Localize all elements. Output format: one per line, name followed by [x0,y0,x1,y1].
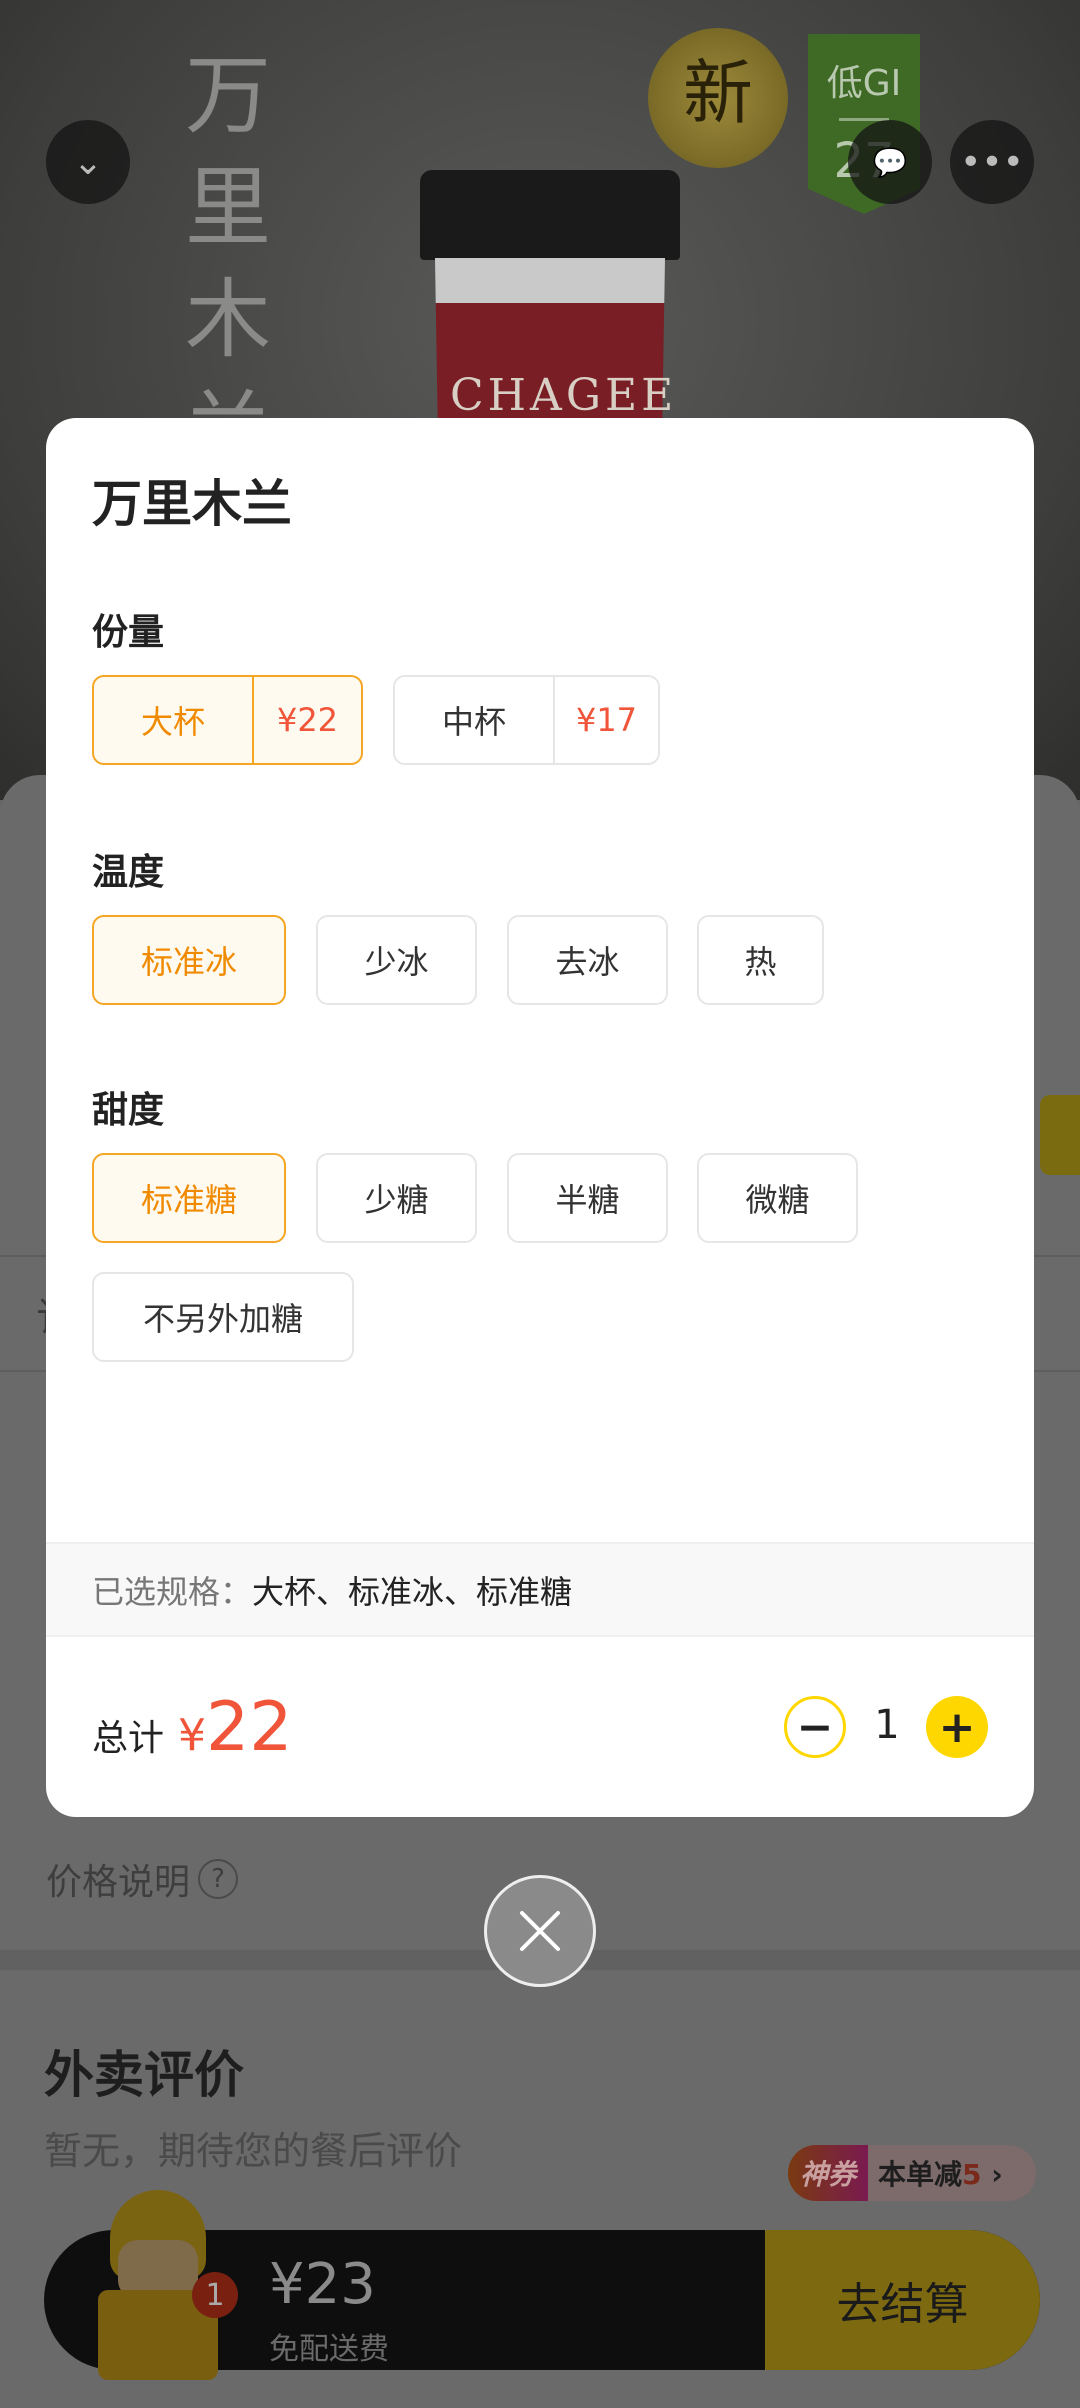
option-price: ¥17 [575,701,638,739]
total: 总计 ¥ 22 [92,1688,293,1767]
close-icon [520,1911,560,1951]
side-tag [1040,1095,1080,1175]
option-medium[interactable]: 中杯 ¥17 [393,675,660,765]
cart-count-badge: 1 [192,2272,238,2318]
minus-icon: − [796,1701,834,1753]
close-modal-button[interactable] [484,1875,596,1987]
cup-lid [420,170,680,260]
plus-icon: + [938,1701,976,1753]
option-hot[interactable]: 热 [697,915,824,1005]
chevron-down-icon: ⌄ [72,141,104,183]
modal-title: 万里木兰 [92,475,292,533]
cart-delivery: 免配送费 [269,2332,389,2367]
more-icon: ••• [960,141,1024,183]
help-icon: ? [198,1859,239,1899]
cup-brand: CHAGEE [450,370,678,421]
coupon-text: 本单减5 › [878,2158,1003,2191]
option-no-added-sugar[interactable]: 不另外加糖 [92,1272,354,1362]
cart-price: ¥23 [269,2252,376,2317]
new-badge: 新 [648,28,788,168]
price-note-label: 价格说明 [46,1862,191,1903]
reviews-empty: 暂无，期待您的餐后评价 [44,2129,463,2173]
reviews-title: 外卖评价 [44,2046,244,2104]
option-price: ¥22 [276,701,339,739]
selected-specs-value: 大杯、标准冰、标准糖 [252,1572,573,1611]
option-no-ice[interactable]: 去冰 [507,915,668,1005]
customer-service-button[interactable]: 💬 [848,120,932,204]
quantity-value: 1 [874,1702,900,1748]
back-button[interactable]: ⌄ [46,120,130,204]
option-label: 大杯 [94,677,254,763]
option-standard-ice[interactable]: 标准冰 [92,915,286,1005]
chat-icon: 💬 [872,145,908,179]
price-note[interactable]: 价格说明? [46,1853,239,1905]
option-label: 中杯 [395,677,555,763]
section-sweetness-label: 甜度 [92,1090,165,1131]
option-large[interactable]: 大杯 ¥22 [92,675,363,765]
more-button[interactable]: ••• [950,120,1034,204]
total-label: 总计 [92,1718,165,1759]
gi-label: 低GI [826,63,902,104]
checkout-button[interactable]: 去结算 [765,2230,1040,2370]
decrease-quantity-button[interactable]: − [784,1696,846,1758]
option-half-sugar[interactable]: 半糖 [507,1153,668,1243]
option-less-ice[interactable]: 少冰 [316,915,477,1005]
section-temperature-label: 温度 [92,852,165,893]
option-slight-sugar[interactable]: 微糖 [697,1153,858,1243]
coupon-tag: 神券 [788,2145,869,2201]
selected-specs-label: 已选规格： [92,1572,253,1611]
increase-quantity-button[interactable]: + [926,1696,988,1758]
total-value: 22 [206,1688,293,1767]
option-standard-sugar[interactable]: 标准糖 [92,1153,286,1243]
selected-specs: 已选规格： 大杯、标准冰、标准糖 [46,1542,1034,1637]
option-less-sugar[interactable]: 少糖 [316,1153,477,1243]
spec-selection-modal: 万里木兰 份量 大杯 ¥22 中杯 ¥17 温度 标准冰 少冰 去冰 热 甜度 … [46,418,1034,1817]
section-size-label: 份量 [92,612,165,653]
coupon-chip[interactable]: 神券 本单减5 › [788,2145,1036,2201]
total-currency: ¥ [178,1710,207,1761]
